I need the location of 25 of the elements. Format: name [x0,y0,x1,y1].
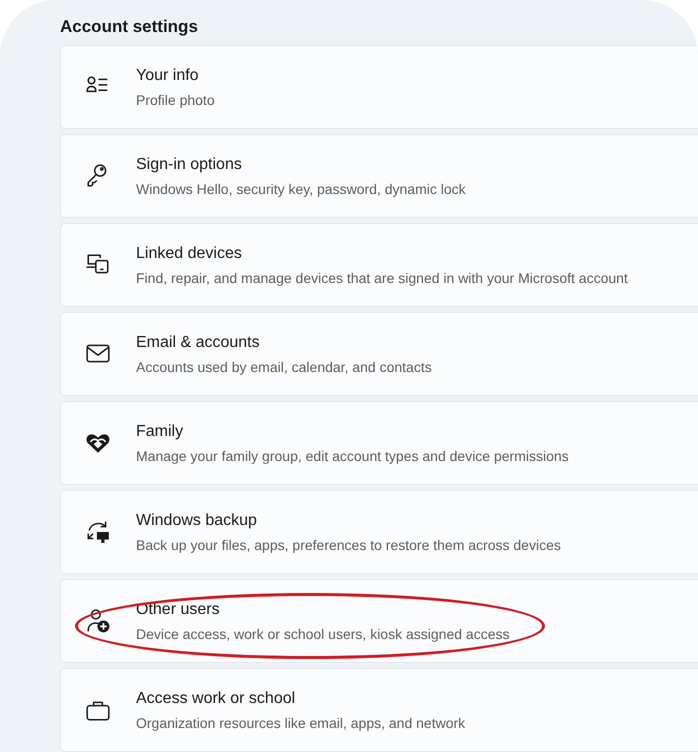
settings-item[interactable]: Your info Profile photo [60,45,698,129]
item-description: Organization resources like email, apps, and network [136,714,466,733]
item-title: Your info [136,66,200,86]
item-description: Profile photo [136,90,215,110]
settings-item[interactable]: Linked devices Find, repair, and manage devices that are signed in with your Microsoft account [60,223,698,307]
item-description: Windows Hello, security key, password, dynamic lock [136,180,466,199]
sync-monitor-icon [85,519,111,545]
settings-item[interactable]: Windows backup Back up your files, apps, preferences to restore them across devices [60,490,698,574]
settings-item[interactable]: Access work or school Organization resources like email, apps, and network [60,668,698,752]
settings-item[interactable]: Sign-in options Windows Hello, security key, password, dynamic lock [60,134,698,218]
item-title: Email & accounts [136,332,261,352]
item-description: Back up your files, apps, preferences to restore them across devices [136,536,561,555]
item-title: Linked devices [136,244,243,264]
section-title: Account settings [60,16,199,38]
item-description: Manage your family group, edit account types and device permissions [136,446,569,466]
item-title: Access work or school [136,688,296,708]
item-description: Find, repair, and manage devices that are signed in with your Microsoft account [136,268,628,288]
item-title: Windows backup [136,510,258,530]
item-description: Device access, work or school users, kiosk assigned access [136,624,510,644]
item-description: Accounts used by email, calendar, and contacts [136,358,432,377]
settings-item[interactable]: Family Manage your family group, edit account types and device permissions [60,401,698,485]
item-title: Family [136,422,184,442]
settings-item[interactable]: Email & accounts Accounts used by email, calendar, and contacts [60,312,698,396]
item-title: Sign-in options [136,154,243,174]
person-add-icon [85,608,111,634]
